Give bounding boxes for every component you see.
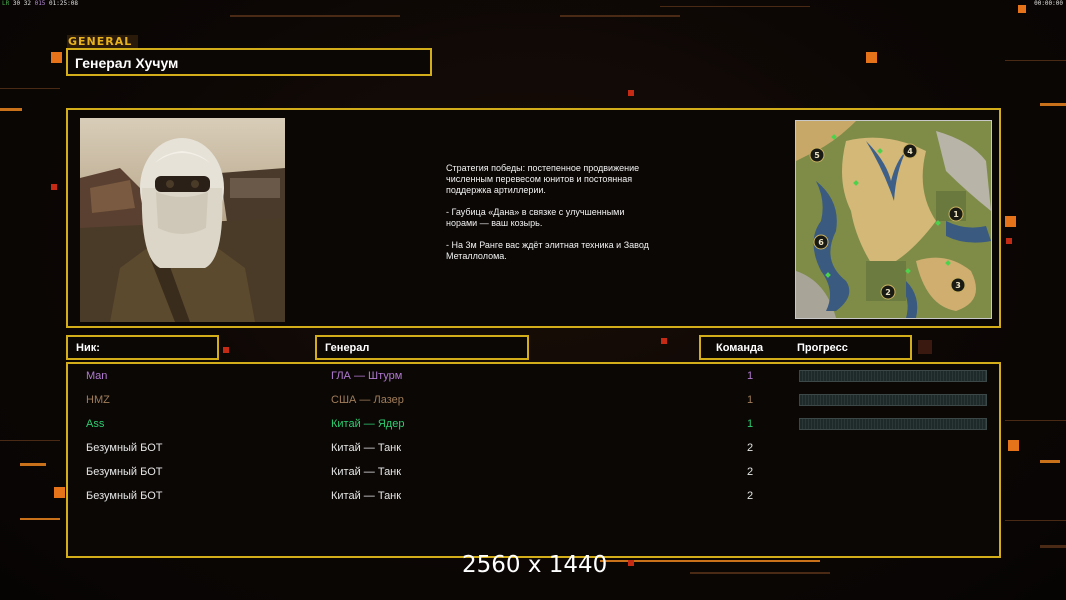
bg-line <box>0 440 60 441</box>
bg-square <box>628 560 634 566</box>
bg-line <box>1040 460 1060 463</box>
bg-line <box>20 463 46 466</box>
bg-square <box>866 52 877 63</box>
stat-time: 01:25:08 <box>49 0 78 7</box>
general-name-box: Генерал Хучум <box>66 48 432 76</box>
bg-square <box>661 338 667 344</box>
player-row: Man ГЛА — Штурм 1 <box>68 367 999 387</box>
map-marker-label: 1 <box>953 210 959 219</box>
portrait-image <box>80 118 285 322</box>
bg-square <box>628 90 634 96</box>
map-marker-label: 5 <box>814 151 820 160</box>
player-name: HMZ <box>86 394 110 406</box>
progress-bar <box>799 370 987 382</box>
game-clock: 00:00:00 <box>1034 0 1063 7</box>
bg-line <box>20 518 60 520</box>
player-name: Безумный БОТ <box>86 466 163 478</box>
bg-square <box>1008 440 1019 451</box>
minimap-image: 5 4 1 6 2 3 <box>796 121 991 318</box>
player-general: Китай — Танк <box>331 442 402 454</box>
info-panel: Стратегия победы: постепенное продвижени… <box>66 108 1001 328</box>
bg-line <box>1005 520 1066 521</box>
progress-bar <box>799 418 987 430</box>
stat-lr: LR <box>2 0 10 7</box>
general-portrait <box>80 118 285 322</box>
player-name: Man <box>86 370 108 382</box>
resolution-label: 2560 x 1440 <box>462 552 608 578</box>
bg-line <box>690 572 830 574</box>
players-table: Man ГЛА — Штурм 1 HMZ США — Лазер 1 Ass Китай —… <box>66 362 1001 558</box>
player-name: Безумный БОТ <box>86 442 163 454</box>
map-marker-label: 4 <box>907 147 913 156</box>
strategy-text: Стратегия победы: постепенное продвижени… <box>446 163 649 261</box>
player-team: 2 <box>746 490 754 502</box>
progress-bar <box>799 394 987 406</box>
player-team: 2 <box>746 466 754 478</box>
general-header: Генерал <box>315 335 529 360</box>
nick-header-label: Ник: <box>76 342 100 354</box>
bg-square <box>918 340 932 354</box>
bg-line <box>1040 103 1066 106</box>
bg-line <box>0 108 22 111</box>
player-row: Безумный БОТ Китай — Танк 2 <box>68 463 999 483</box>
bg-square <box>1006 238 1012 244</box>
bg-square <box>51 184 57 190</box>
map-marker-label: 3 <box>955 281 961 290</box>
player-row: Безумный БОТ Китай — Танк 2 <box>68 487 999 507</box>
bg-line <box>1005 60 1066 61</box>
player-name: Ass <box>86 418 105 430</box>
stat-value: 30 <box>12 0 21 7</box>
player-team: 1 <box>746 394 754 406</box>
player-general: Китай — Танк <box>331 490 402 502</box>
player-team: 1 <box>746 370 754 382</box>
player-general: ГЛА — Штурм <box>331 370 403 382</box>
player-general: Китай — Танк <box>331 466 402 478</box>
bg-line <box>560 15 680 17</box>
player-name: Безумный БОТ <box>86 490 163 502</box>
bg-line <box>1005 420 1066 421</box>
general-name: Генерал Хучум <box>75 55 179 71</box>
bg-line <box>660 6 810 7</box>
player-team: 2 <box>746 442 754 454</box>
loading-screen: LR 30 32 015 01:25:08 00:00:00 GENERAL Г… <box>0 0 1066 600</box>
stat-value: 015 <box>34 0 46 7</box>
stat-value: 32 <box>23 0 31 7</box>
map-marker-label: 6 <box>818 238 824 247</box>
general-tag: GENERAL <box>67 35 138 48</box>
fps-stats: LR 30 32 015 01:25:08 <box>2 0 78 7</box>
bg-square <box>51 52 62 63</box>
bg-square <box>223 347 229 353</box>
player-general: Китай — Ядер <box>331 418 405 430</box>
player-row: Ass Китай — Ядер 1 <box>68 415 999 435</box>
bg-line <box>230 15 400 17</box>
team-header-label: Команда <box>716 342 764 354</box>
nick-header: Ник: <box>66 335 219 360</box>
bg-square <box>54 487 65 498</box>
player-general: США — Лазер <box>331 394 404 406</box>
bg-line <box>1040 545 1066 548</box>
team-progress-header: Команда Прогресс <box>699 335 912 360</box>
player-row: Безумный БОТ Китай — Танк 2 <box>68 439 999 459</box>
bg-square <box>1018 5 1026 13</box>
map-marker-label: 2 <box>885 288 891 297</box>
general-header-label: Генерал <box>325 342 370 354</box>
minimap: 5 4 1 6 2 3 <box>795 120 992 319</box>
progress-header-label: Прогресс <box>797 342 848 354</box>
player-team: 1 <box>746 418 754 430</box>
player-row: HMZ США — Лазер 1 <box>68 391 999 411</box>
bg-square <box>1005 216 1016 227</box>
bg-line <box>0 88 60 89</box>
